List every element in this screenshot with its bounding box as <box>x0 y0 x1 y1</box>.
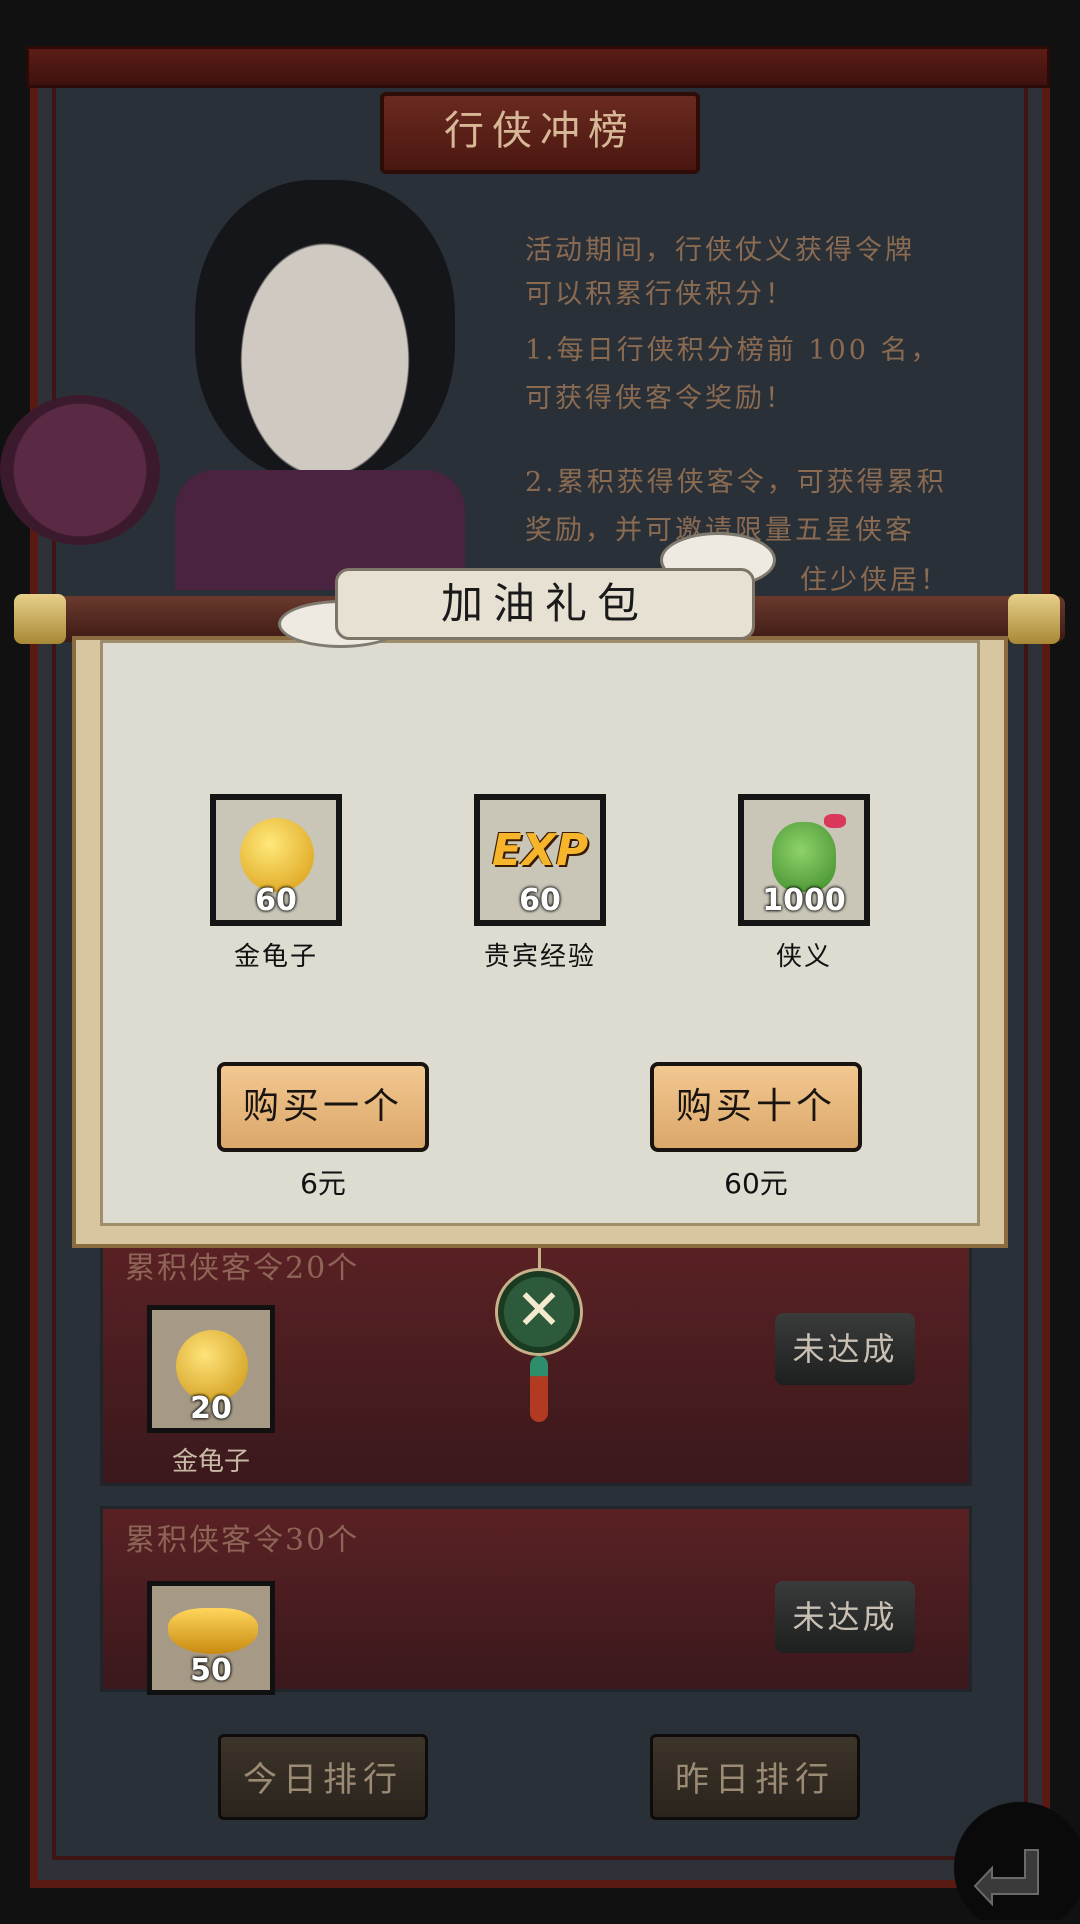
milestone-reward-qty: 50 <box>190 1653 232 1688</box>
gold-beetle-icon <box>240 818 314 892</box>
reward-qty: 1000 <box>762 883 846 918</box>
green-pouch-icon <box>772 822 836 892</box>
character-fan-image <box>0 395 160 545</box>
dialog-title: 加油礼包 <box>335 568 755 640</box>
scroll-rod-cap-right <box>1008 594 1060 644</box>
milestone-status-button[interactable]: 未达成 <box>775 1581 915 1653</box>
milestone-label: 累积侠客令30个 <box>125 1523 360 1558</box>
gold-ingot-icon <box>168 1608 258 1654</box>
milestone-label: 累积侠客令20个 <box>125 1251 360 1286</box>
page-title: 行侠冲榜 <box>380 92 700 174</box>
back-button[interactable] <box>930 1790 1080 1920</box>
desc-line-4: 可获得侠客令奖励！ <box>525 383 795 414</box>
exp-icon: EXP <box>491 825 589 876</box>
milestone-reward-item[interactable]: 50 <box>147 1581 275 1695</box>
milestone-reward-qty: 20 <box>190 1391 232 1426</box>
buy-ten-button[interactable]: 购买十个 <box>650 1062 862 1152</box>
buy-one-button[interactable]: 购买一个 <box>217 1062 429 1152</box>
reward-item-gold-beetle[interactable]: 60 金龟子 <box>210 794 342 973</box>
milestone-reward-name: 金龟子 <box>171 1447 250 1477</box>
reward-name: 金龟子 <box>233 942 318 972</box>
reward-item-chivalry[interactable]: 1000 侠义 <box>738 794 870 973</box>
reward-frame: EXP 60 <box>474 794 606 926</box>
reward-frame: 1000 <box>738 794 870 926</box>
yesterday-rank-button[interactable]: 昨日排行 <box>650 1734 860 1820</box>
desc-line-1: 活动期间，行侠仗义获得令牌 <box>525 235 915 266</box>
today-rank-button[interactable]: 今日排行 <box>218 1734 428 1820</box>
return-arrow-icon <box>973 1849 1039 1907</box>
scroll-rod-cap-left <box>14 594 66 644</box>
close-button[interactable]: ✕ <box>495 1268 583 1356</box>
desc-line-3: 1.每日行侠积分榜前 100 名， <box>525 335 941 366</box>
reward-qty: 60 <box>519 883 561 918</box>
close-icon: ✕ <box>515 1278 563 1343</box>
character-portrait <box>195 180 455 480</box>
desc-line-7: 住少侠居！ <box>800 565 950 596</box>
desc-line-5: 2.累积获得侠客令，可获得累积 <box>525 467 947 498</box>
top-banner <box>26 46 1050 88</box>
close-string <box>538 1248 541 1270</box>
milestone-panel: 累积侠客令30个 50 未达成 <box>100 1506 972 1695</box>
reward-qty: 60 <box>255 883 297 918</box>
pouch-tie-icon <box>824 814 846 828</box>
milestone-status-button[interactable]: 未达成 <box>775 1313 915 1385</box>
reward-name: 贵宾经验 <box>483 942 596 972</box>
desc-line-2: 可以积累行侠积分！ <box>525 279 795 310</box>
buy-one-price: 6元 <box>300 1167 346 1200</box>
close-tassel <box>530 1356 548 1422</box>
milestone-reward-item[interactable]: 20 <box>147 1305 275 1433</box>
reward-frame: 60 <box>210 794 342 926</box>
reward-item-vip-exp[interactable]: EXP 60 贵宾经验 <box>474 794 606 973</box>
buy-ten-price: 60元 <box>724 1167 788 1200</box>
reward-name: 侠义 <box>775 942 832 972</box>
